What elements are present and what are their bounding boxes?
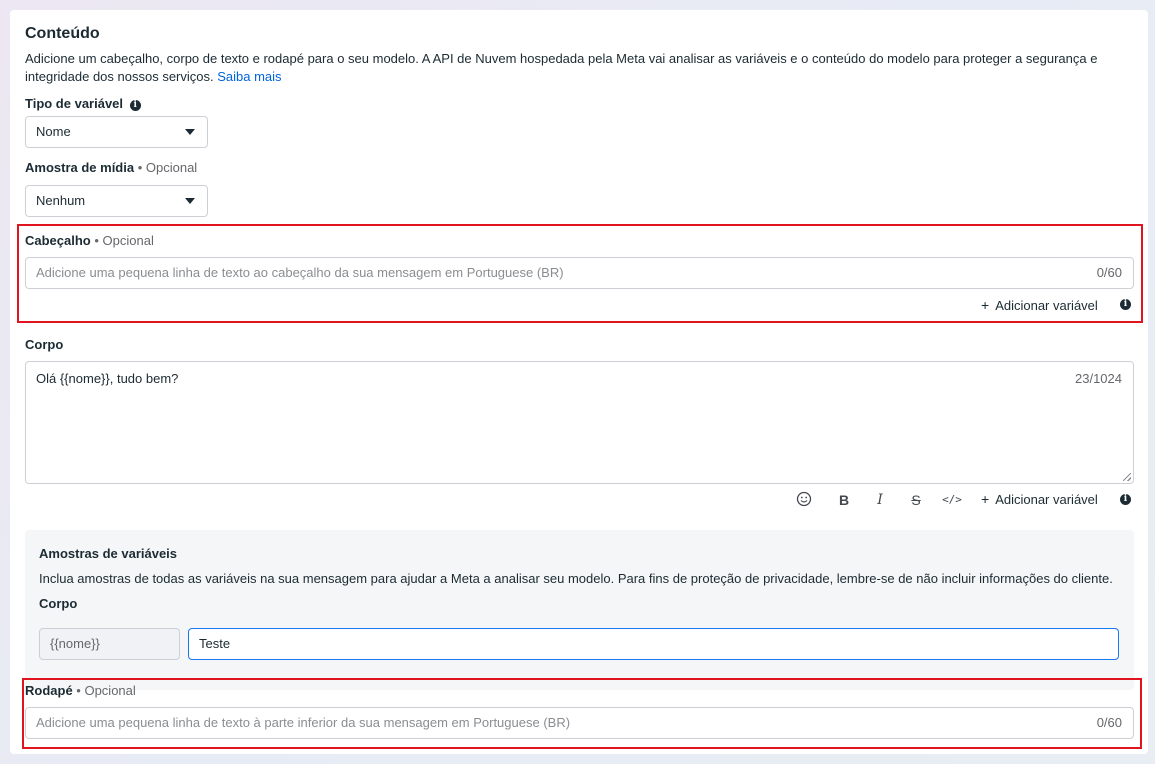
strikethrough-icon[interactable]: S — [908, 492, 924, 508]
variable-samples-description: Inclua amostras de todas as variáveis na… — [39, 571, 1113, 586]
variable-type-label: Tipo de variável i — [25, 96, 141, 111]
media-sample-value: Nenhum — [36, 193, 86, 208]
add-variable-label: Adicionar variável — [995, 298, 1098, 313]
section-title: Conteúdo — [25, 25, 100, 42]
variable-name-field: {{nome}} — [39, 628, 180, 660]
footer-input[interactable]: Adicione uma pequena linha de texto à pa… — [25, 707, 1134, 739]
add-variable-label: Adicionar variável — [995, 492, 1098, 507]
footer-placeholder: Adicione uma pequena linha de texto à pa… — [36, 715, 571, 730]
variable-type-label-text: Tipo de variável — [25, 96, 124, 111]
plus-icon: + — [981, 297, 990, 313]
header-label-text: Cabeçalho — [25, 233, 91, 248]
body-add-variable-button[interactable]: + Adicionar variável — [981, 491, 1098, 507]
section-description: Adicione um cabeçalho, corpo de texto e … — [25, 50, 1105, 86]
bold-icon[interactable]: B — [836, 492, 852, 508]
media-sample-label: Amostra de mídia • Opcional — [25, 160, 197, 175]
plus-icon: + — [981, 491, 990, 507]
header-label: Cabeçalho • Opcional — [25, 233, 154, 248]
body-textarea[interactable]: Olá {{nome}}, tudo bem? 23/1024 — [25, 361, 1134, 484]
media-sample-label-text: Amostra de mídia — [25, 160, 135, 175]
variable-type-select[interactable]: Nome — [25, 116, 208, 148]
body-label: Corpo — [25, 337, 64, 352]
variable-samples-title: Amostras de variáveis — [39, 546, 178, 561]
optional-tag: • Opcional — [76, 683, 136, 698]
caret-down-icon — [185, 129, 195, 135]
header-input[interactable]: Adicione uma pequena linha de texto ao c… — [25, 257, 1134, 289]
resize-handle-icon[interactable] — [1123, 473, 1131, 481]
optional-tag: • Opcional — [94, 233, 154, 248]
header-placeholder: Adicione uma pequena linha de texto ao c… — [36, 265, 564, 280]
footer-counter: 0/60 — [1096, 715, 1122, 730]
caret-down-icon — [185, 198, 195, 204]
italic-icon[interactable]: I — [872, 492, 888, 508]
description-text: Adicione um cabeçalho, corpo de texto e … — [25, 51, 1098, 84]
variable-samples-section: Corpo — [39, 596, 78, 611]
info-icon[interactable]: i — [1120, 299, 1131, 310]
optional-tag: • Opcional — [137, 160, 198, 175]
emoji-icon[interactable] — [795, 491, 813, 510]
header-add-variable-button[interactable]: + Adicionar variável — [981, 297, 1098, 313]
info-icon[interactable]: i — [129, 100, 141, 111]
variable-type-value: Nome — [36, 124, 71, 139]
body-counter: 23/1024 — [1075, 371, 1122, 386]
footer-label: Rodapé • Opcional — [25, 683, 136, 698]
variable-samples-panel: Amostras de variáveis Inclua amostras de… — [25, 530, 1134, 690]
header-counter: 0/60 — [1096, 265, 1122, 280]
code-icon[interactable]: </> — [942, 493, 962, 506]
content-card: Conteúdo Adicione um cabeçalho, corpo de… — [10, 10, 1148, 754]
learn-more-link[interactable]: Saiba mais — [217, 69, 281, 84]
info-icon[interactable]: i — [1120, 494, 1131, 505]
body-text: Olá {{nome}}, tudo bem? — [36, 371, 179, 386]
variable-value-input[interactable]: Teste — [188, 628, 1119, 660]
media-sample-select[interactable]: Nenhum — [25, 185, 208, 217]
footer-label-text: Rodapé — [25, 683, 73, 698]
